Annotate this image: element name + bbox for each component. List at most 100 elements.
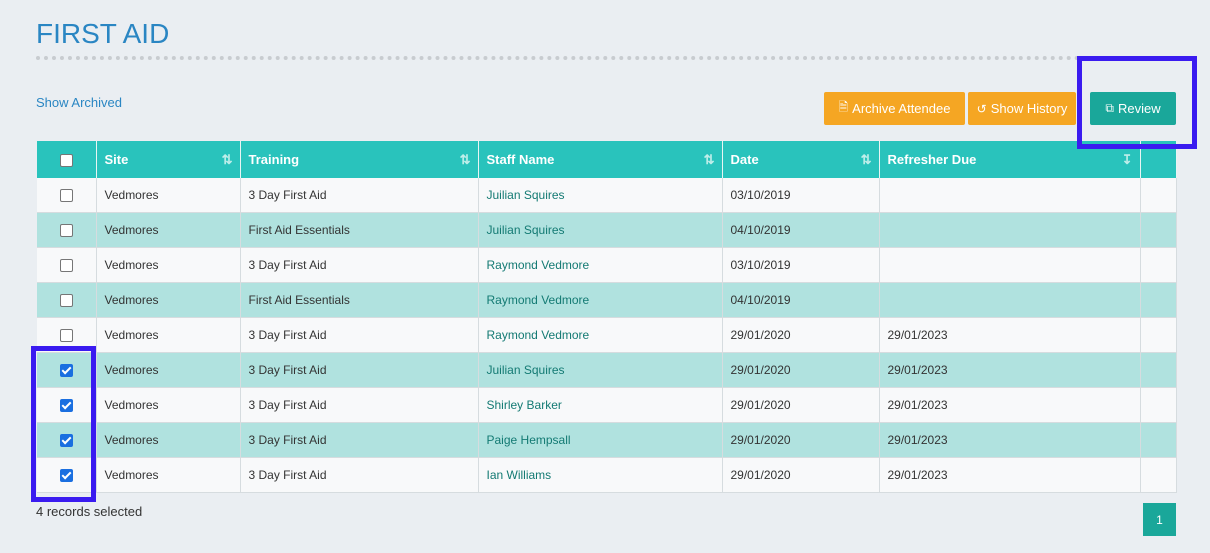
sort-icon[interactable]: ⇅ bbox=[861, 152, 872, 168]
extra-cell bbox=[1140, 212, 1177, 248]
site-cell: Vedmores bbox=[96, 387, 241, 423]
show-archived-link[interactable]: Show Archived bbox=[36, 95, 122, 110]
refresher-due-cell bbox=[879, 178, 1141, 213]
review-highlight-box bbox=[1077, 56, 1197, 149]
sort-icon[interactable]: ⇅ bbox=[460, 152, 471, 168]
extra-cell bbox=[1140, 282, 1177, 318]
staff-name-link[interactable]: Raymond Vedmore bbox=[487, 258, 590, 272]
staff-name-cell: Shirley Barker bbox=[478, 387, 723, 423]
staff-name-link[interactable]: Paige Hempsall bbox=[487, 433, 571, 447]
site-cell: Vedmores bbox=[96, 352, 241, 388]
refresher-due-cell bbox=[879, 282, 1141, 318]
staff-name-link[interactable]: Ian Williams bbox=[487, 468, 552, 482]
staff-name-link[interactable]: Juilian Squires bbox=[487, 223, 565, 237]
training-cell: First Aid Essentials bbox=[240, 212, 479, 248]
staff-name-link[interactable]: Juilian Squires bbox=[487, 363, 565, 377]
select-all-cell[interactable] bbox=[37, 141, 97, 178]
training-cell: 3 Day First Aid bbox=[240, 317, 479, 353]
refresher-due-cell bbox=[879, 212, 1141, 248]
staff-name-cell: Raymond Vedmore bbox=[478, 317, 723, 353]
extra-cell bbox=[1140, 387, 1177, 423]
date-cell: 29/01/2020 bbox=[722, 422, 880, 458]
row-checkbox[interactable] bbox=[59, 329, 73, 343]
document-icon: 🗎 bbox=[838, 100, 849, 114]
refresher-due-cell: 29/01/2023 bbox=[879, 387, 1141, 423]
training-cell: 3 Day First Aid bbox=[240, 352, 479, 388]
row-select-cell[interactable] bbox=[37, 247, 97, 283]
row-select-cell[interactable] bbox=[37, 178, 97, 213]
page-title: FIRST AID bbox=[36, 18, 170, 49]
date-cell: 29/01/2020 bbox=[722, 387, 880, 423]
extra-cell bbox=[1140, 457, 1177, 493]
pagination-page-button[interactable]: 1 bbox=[1143, 503, 1176, 536]
staff-name-link[interactable]: Juilian Squires bbox=[487, 188, 565, 202]
training-cell: 3 Day First Aid bbox=[240, 247, 479, 283]
staff-name-cell: Raymond Vedmore bbox=[478, 247, 723, 283]
staff-name-link[interactable]: Raymond Vedmore bbox=[487, 328, 590, 342]
column-header-staff-name[interactable]: Staff Name ⇅ bbox=[478, 141, 723, 178]
table-row[interactable]: Vedmores First Aid Essentials Raymond Vedm… bbox=[37, 282, 1177, 318]
refresher-due-cell: 29/01/2023 bbox=[879, 317, 1141, 353]
date-cell: 29/01/2020 bbox=[722, 352, 880, 388]
selected-checkboxes-highlight-box bbox=[31, 346, 96, 502]
table-row[interactable]: Vedmores 3 Day First Aid Juilian Squires 03… bbox=[37, 178, 1177, 213]
staff-name-cell: Raymond Vedmore bbox=[478, 282, 723, 318]
row-checkbox[interactable] bbox=[59, 189, 73, 203]
site-cell: Vedmores bbox=[96, 247, 241, 283]
site-cell: Vedmores bbox=[96, 317, 241, 353]
table-row[interactable]: Vedmores 3 Day First Aid Paige Hempsall 29/… bbox=[37, 422, 1177, 458]
table-row[interactable]: Vedmores First Aid Essentials Juilian Squi… bbox=[37, 212, 1177, 248]
table-row[interactable]: Vedmores 3 Day First Aid Juilian Squires 29… bbox=[37, 352, 1177, 388]
sort-desc-icon[interactable]: ↧ bbox=[1122, 152, 1133, 168]
table-header-row: Site ⇅ Training ⇅ Staff Name ⇅ Date ⇅ Refres… bbox=[37, 141, 1177, 178]
staff-name-cell: Ian Williams bbox=[478, 457, 723, 493]
training-cell: First Aid Essentials bbox=[240, 282, 479, 318]
refresher-due-cell: 29/01/2023 bbox=[879, 457, 1141, 493]
site-cell: Vedmores bbox=[96, 178, 241, 213]
training-cell: 3 Day First Aid bbox=[240, 387, 479, 423]
staff-name-link[interactable]: Raymond Vedmore bbox=[487, 293, 590, 307]
sort-icon[interactable]: ⇅ bbox=[222, 152, 233, 168]
table-row[interactable]: Vedmores 3 Day First Aid Shirley Barker 29/… bbox=[37, 387, 1177, 423]
staff-name-cell: Juilian Squires bbox=[478, 178, 723, 213]
row-checkbox[interactable] bbox=[59, 224, 73, 238]
table-row[interactable]: Vedmores 3 Day First Aid Raymond Vedmore 03… bbox=[37, 247, 1177, 283]
staff-name-cell: Juilian Squires bbox=[478, 352, 723, 388]
sort-icon[interactable]: ⇅ bbox=[704, 152, 715, 168]
date-cell: 29/01/2020 bbox=[722, 317, 880, 353]
table-row[interactable]: Vedmores 3 Day First Aid Raymond Vedmore 29… bbox=[37, 317, 1177, 353]
row-checkbox[interactable] bbox=[59, 259, 73, 273]
date-cell: 04/10/2019 bbox=[722, 282, 880, 318]
extra-cell bbox=[1140, 422, 1177, 458]
column-header-training[interactable]: Training ⇅ bbox=[240, 141, 479, 178]
column-header-date[interactable]: Date ⇅ bbox=[722, 141, 880, 178]
refresher-due-cell bbox=[879, 247, 1141, 283]
records-selected-text: 4 records selected bbox=[36, 504, 143, 519]
show-history-button[interactable]: ↺ Show History bbox=[968, 92, 1076, 125]
archive-attendee-button[interactable]: 🗎 Archive Attendee bbox=[824, 92, 965, 125]
select-all-checkbox[interactable] bbox=[59, 154, 73, 168]
date-cell: 03/10/2019 bbox=[722, 178, 880, 213]
show-history-label: Show History bbox=[990, 101, 1068, 116]
title-divider bbox=[36, 56, 1176, 60]
history-icon: ↺ bbox=[976, 101, 987, 116]
training-cell: 3 Day First Aid bbox=[240, 422, 479, 458]
extra-cell bbox=[1140, 352, 1177, 388]
extra-cell bbox=[1140, 317, 1177, 353]
archive-attendee-label: Archive Attendee bbox=[852, 101, 951, 116]
training-cell: 3 Day First Aid bbox=[240, 457, 479, 493]
refresher-due-cell: 29/01/2023 bbox=[879, 352, 1141, 388]
column-header-site[interactable]: Site ⇅ bbox=[96, 141, 241, 178]
row-checkbox[interactable] bbox=[59, 294, 73, 308]
extra-cell bbox=[1140, 178, 1177, 213]
date-cell: 03/10/2019 bbox=[722, 247, 880, 283]
refresher-due-cell: 29/01/2023 bbox=[879, 422, 1141, 458]
staff-name-cell: Juilian Squires bbox=[478, 212, 723, 248]
staff-name-link[interactable]: Shirley Barker bbox=[487, 398, 562, 412]
row-select-cell[interactable] bbox=[37, 212, 97, 248]
staff-name-cell: Paige Hempsall bbox=[478, 422, 723, 458]
table-row[interactable]: Vedmores 3 Day First Aid Ian Williams 29/01… bbox=[37, 457, 1177, 493]
row-select-cell[interactable] bbox=[37, 282, 97, 318]
site-cell: Vedmores bbox=[96, 212, 241, 248]
training-cell: 3 Day First Aid bbox=[240, 178, 479, 213]
